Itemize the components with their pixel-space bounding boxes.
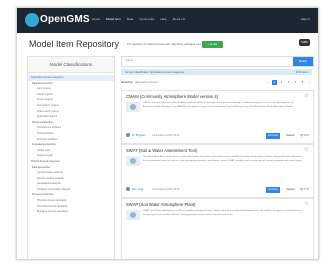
search-input[interactable] — [138, 58, 288, 64]
result-count: 2315 items — [295, 70, 308, 74]
model-card[interactable]: SWAP (Soil Water Atmosphere Plant) ☆ SWA… — [121, 198, 314, 259]
avatar[interactable] — [126, 133, 130, 137]
search-button[interactable]: Search — [293, 57, 313, 66]
model-author[interactable]: Wei, Jingy — [132, 188, 144, 191]
model-description: the environmental impact of land use, la… — [143, 159, 304, 162]
page-description: The repository of models (include tools,… — [127, 43, 201, 46]
nav-data[interactable]: Data — [127, 17, 133, 21]
sidebar-title: Model Classifications — [28, 57, 114, 73]
search-bar: Name Search — [121, 56, 314, 67]
model-author[interactable]: Xu Bingxian — [132, 134, 145, 137]
count-badge: 5380 — [299, 39, 310, 46]
prev-page-icon[interactable]: ‹ — [265, 80, 270, 85]
current-classification-bar: Current Classification: Application-focu… — [121, 69, 312, 75]
model-card[interactable]: SWAT (Soil & Water Assessment Tool) ☆ Th… — [121, 144, 314, 198]
star-icon[interactable]: ☆ — [304, 201, 309, 207]
model-thumbnail — [126, 102, 140, 112]
view-count: 👁 5367 — [299, 134, 309, 137]
pagination: ‹ 1 2 3 4 5 › — [265, 80, 312, 85]
sort-label: Sorted by — [121, 81, 133, 84]
model-title[interactable]: SWAP (Soil Water Atmosphere Plant) — [126, 202, 195, 207]
nav-links: Home Model Item Data Community Help Abou… — [92, 17, 185, 21]
next-page-icon[interactable]: › — [307, 80, 312, 85]
page-number[interactable]: 3 — [286, 80, 291, 85]
model-thumbnail — [126, 156, 140, 166]
sidebar-item[interactable]: Biological process calculation — [28, 209, 114, 215]
page-number[interactable]: 4 — [293, 80, 298, 85]
main-content: Name Search Current Classification: Appl… — [121, 56, 314, 259]
current-classification-text: Current Classification: Application-focu… — [125, 70, 185, 74]
sort-dropdown[interactable]: View Count ▾ Desc ▾ — [135, 81, 158, 84]
view-count: 👁 2778 — [299, 188, 309, 191]
page-number[interactable]: 1 — [272, 80, 277, 85]
star-icon[interactable]: ☆ — [304, 147, 309, 153]
nav-about[interactable]: About Us — [173, 17, 185, 21]
model-thumbnail — [126, 210, 140, 220]
logo-text[interactable]: OpenGMS — [40, 14, 90, 25]
model-description: transport processes at field scale level… — [143, 213, 234, 216]
search-label: Name — [126, 59, 133, 62]
contributed-date: contributed at 2021-05-25 — [152, 133, 180, 137]
model-title[interactable]: SWAT (Soil & Water Assessment Tool) — [126, 148, 197, 153]
globe-logo-icon[interactable] — [25, 13, 39, 27]
model-card[interactable]: CMAM (Community Atmosphere Model version… — [121, 90, 314, 144]
page-title: Model Item Repository — [29, 39, 120, 49]
star-icon[interactable]: ☆ — [304, 93, 309, 99]
model-title[interactable]: CMAM (Community Atmosphere Model version… — [126, 94, 218, 99]
page-number[interactable]: 5 — [300, 80, 305, 85]
classification-tree: Application-focused categories Natural-pe… — [28, 73, 114, 217]
sign-in-link[interactable]: Sign in — [301, 17, 310, 21]
create-button[interactable]: + Create — [202, 41, 223, 48]
nav-help[interactable]: Help — [160, 17, 166, 21]
top-navbar: OpenGMS Home Model Item Data Community H… — [17, 8, 318, 33]
browser-window: OpenGMS Home Model Item Data Community H… — [16, 7, 319, 260]
contributed-date: contributed at 2021-03-10 — [152, 187, 180, 191]
nav-home[interactable]: Home — [92, 17, 100, 21]
nav-community[interactable]: Community — [139, 17, 154, 21]
model-description: Atmosphere Model Working Group (AMWG) wi… — [143, 105, 294, 108]
page-number[interactable]: 2 — [279, 80, 284, 85]
overview-button[interactable]: Overview — [266, 133, 280, 139]
relation-link[interactable]: Relation — [286, 188, 295, 191]
avatar[interactable] — [126, 187, 130, 191]
overview-button[interactable]: Overview — [266, 187, 280, 193]
nav-model-item[interactable]: Model Item — [106, 17, 121, 21]
classification-sidebar: Model Classifications Application-focuse… — [27, 56, 115, 259]
relation-link[interactable]: Relation — [286, 134, 295, 137]
sort-bar: Sorted by View Count ▾ Desc ▾ ‹ 1 2 3 4 5 › — [121, 79, 312, 86]
